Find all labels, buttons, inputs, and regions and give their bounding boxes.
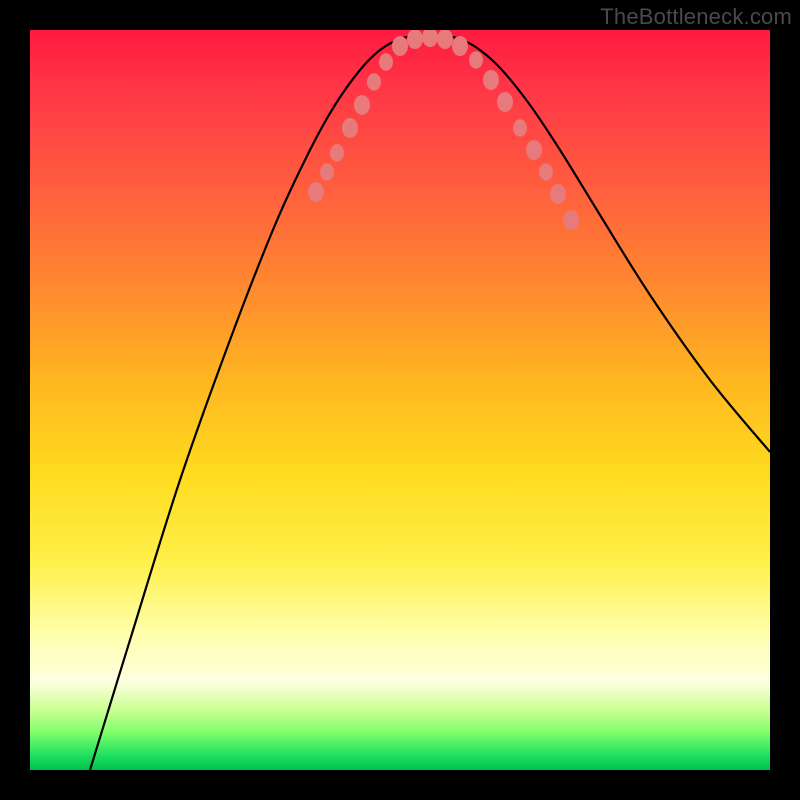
curve-marker xyxy=(469,51,483,69)
curve-marker xyxy=(539,163,553,181)
curve-marker xyxy=(483,70,499,90)
curve-marker xyxy=(563,210,579,230)
curve-marker xyxy=(497,92,513,112)
curve-marker xyxy=(422,30,438,47)
curve-marker xyxy=(526,140,542,160)
curve-marker xyxy=(320,163,334,181)
curve-marker xyxy=(513,119,527,137)
curve-marker xyxy=(342,118,358,138)
curve-marker xyxy=(437,30,453,49)
curve-layer xyxy=(30,30,770,770)
curve-marker xyxy=(379,53,393,71)
curve-markers xyxy=(308,30,579,230)
bottleneck-curve xyxy=(90,34,770,770)
curve-marker xyxy=(392,36,408,56)
curve-marker xyxy=(452,36,468,56)
watermark-text: TheBottleneck.com xyxy=(600,4,792,30)
curve-marker xyxy=(354,95,370,115)
chart-frame: TheBottleneck.com xyxy=(0,0,800,800)
curve-marker xyxy=(308,182,324,202)
curve-marker xyxy=(367,73,381,91)
curve-marker xyxy=(330,144,344,162)
curve-marker xyxy=(550,184,566,204)
curve-marker xyxy=(407,30,423,49)
gradient-plot-area xyxy=(30,30,770,770)
